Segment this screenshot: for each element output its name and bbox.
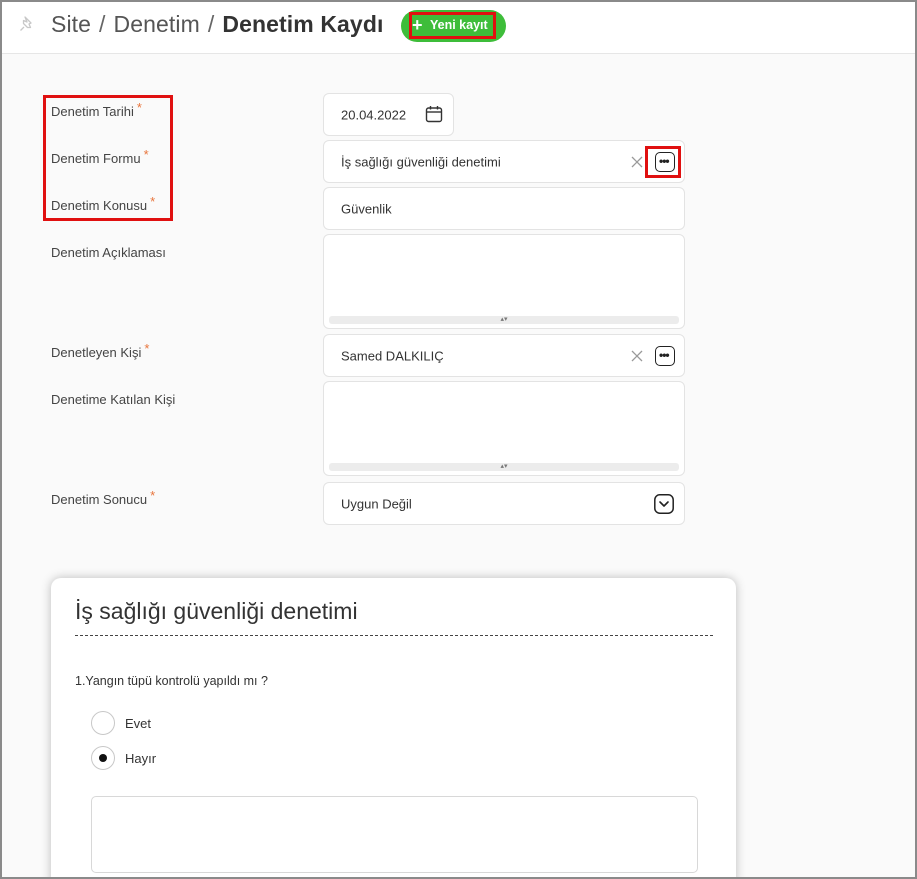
inspector-value: Samed DALKILIÇ — [341, 348, 444, 363]
topic-value: Güvenlik — [341, 201, 392, 216]
pin-icon[interactable] — [18, 15, 36, 33]
page-title: Denetim Kaydı — [222, 11, 384, 37]
result-select[interactable]: Uygun Değil — [323, 482, 685, 525]
answer-note-textarea[interactable] — [91, 796, 698, 873]
app-window: Site / Denetim / Denetim Kaydı + Yeni kayıt … — [0, 0, 917, 879]
required-marker: * — [150, 488, 156, 503]
resize-handle[interactable]: ▴▾ — [329, 316, 679, 324]
card-title: İş sağlığı güvenliği denetimi — [75, 598, 358, 624]
breadcrumb-separator: / — [99, 11, 106, 37]
form-selector-value: İş sağlığı güvenliği denetimi — [341, 154, 501, 169]
breadcrumb-site[interactable]: Site — [51, 11, 91, 37]
page-header: Site / Denetim / Denetim Kaydı + Yeni kayıt — [2, 2, 915, 54]
result-label: Denetim Sonucu * — [51, 488, 156, 507]
new-record-button[interactable]: + Yeni kayıt — [401, 10, 506, 42]
inspection-form-card: İş sağlığı güvenliği denetimi 1.Yangın t… — [51, 578, 736, 877]
radio-option-hayir[interactable] — [91, 746, 115, 770]
radio-label-evet[interactable]: Evet — [125, 716, 151, 731]
highlight-box — [645, 146, 681, 178]
divider — [75, 635, 713, 636]
date-value: 20.04.2022 — [341, 107, 407, 122]
close-icon[interactable] — [630, 155, 644, 169]
question-text: 1.Yangın tüpü kontrolü yapıldı mı ? — [75, 674, 268, 688]
radio-option-evet[interactable] — [91, 711, 115, 735]
highlight-box — [409, 12, 496, 39]
calendar-icon[interactable] — [425, 105, 443, 123]
breadcrumb-separator: / — [207, 11, 215, 37]
resize-handle[interactable]: ▴▾ — [329, 463, 679, 471]
description-label: Denetim Açıklaması — [51, 245, 166, 260]
radio-label-hayir[interactable]: Hayır — [125, 751, 156, 766]
description-textarea[interactable]: ▴▾ — [323, 234, 685, 329]
required-marker: * — [144, 341, 150, 356]
chevron-down-icon[interactable] — [654, 494, 674, 514]
radio-selected-dot — [99, 754, 107, 762]
inspector-selector-field[interactable]: Samed DALKILIÇ ••• — [323, 334, 685, 377]
topic-input[interactable]: Güvenlik — [323, 187, 685, 230]
form-selector-field[interactable]: İş sağlığı güvenliği denetimi ••• — [323, 140, 685, 183]
result-value: Uygun Değil — [341, 496, 412, 511]
close-icon[interactable] — [630, 349, 644, 363]
inspector-label: Denetleyen Kişi * — [51, 341, 150, 360]
breadcrumb-section[interactable]: Denetim — [114, 11, 200, 37]
date-field[interactable]: 20.04.2022 — [323, 93, 454, 136]
participants-textarea[interactable]: ▴▾ — [323, 381, 685, 476]
more-options-icon[interactable]: ••• — [655, 346, 675, 366]
breadcrumb: Site / Denetim / Denetim Kaydı — [51, 11, 383, 38]
highlight-box — [43, 95, 173, 221]
participants-label: Denetime Katılan Kişi — [51, 392, 176, 407]
